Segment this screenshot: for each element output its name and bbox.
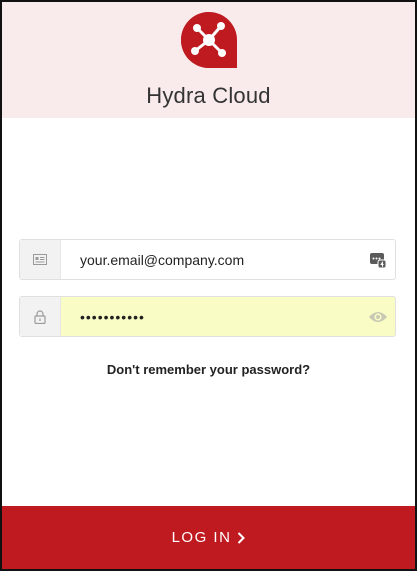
eye-icon[interactable] — [367, 307, 389, 327]
hydra-logo — [181, 12, 237, 68]
password-field[interactable] — [19, 296, 396, 337]
login-window: Hydra Cloud your.email@company.com •••••… — [0, 0, 417, 571]
login-button-label: LOG IN — [171, 529, 232, 546]
password-addon — [20, 297, 61, 336]
email-field[interactable] — [19, 239, 396, 280]
email-addon — [20, 240, 61, 279]
login-button[interactable]: LOG IN — [2, 506, 415, 569]
header: Hydra Cloud — [2, 2, 415, 118]
id-card-icon — [33, 254, 47, 265]
forgot-password-link[interactable]: Don't remember your password? — [2, 362, 415, 377]
chevron-right-icon — [238, 531, 246, 544]
lock-icon — [34, 309, 46, 324]
app-title: Hydra Cloud — [146, 83, 271, 108]
password-manager-icon[interactable] — [367, 250, 389, 270]
email-input[interactable] — [61, 240, 351, 279]
password-input[interactable] — [61, 297, 351, 336]
